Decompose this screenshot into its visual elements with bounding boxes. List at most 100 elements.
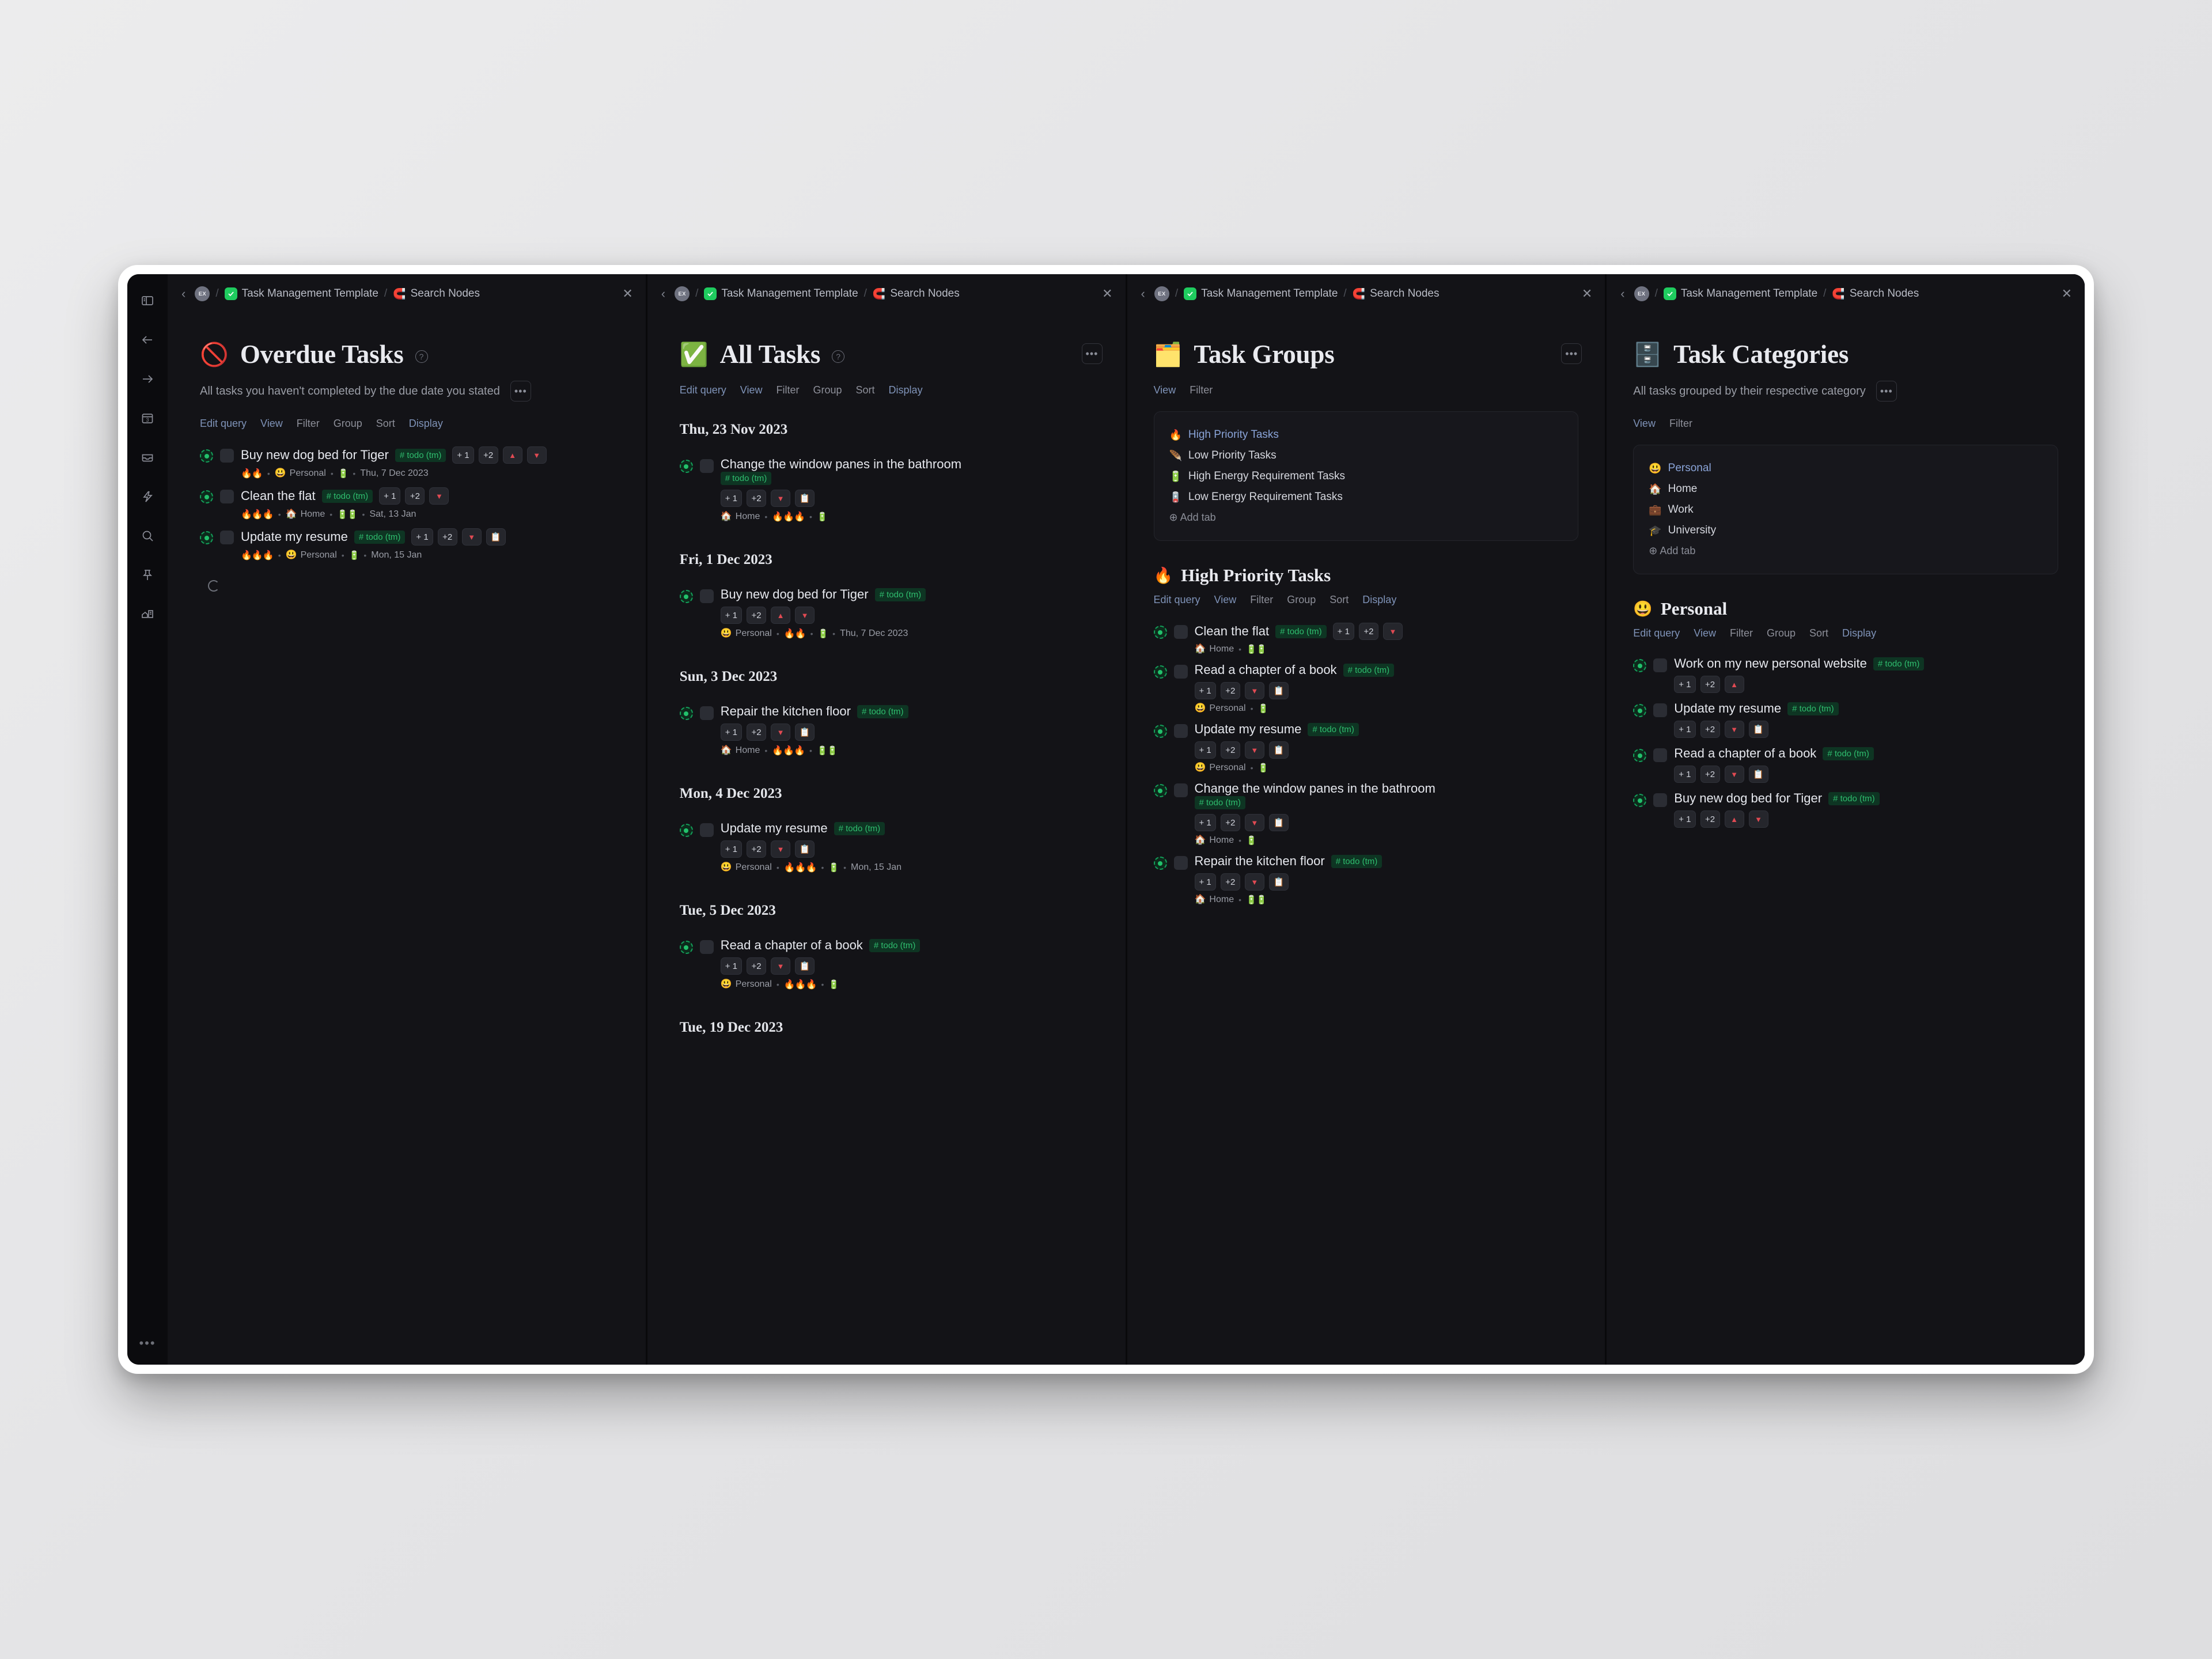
task-checkbox[interactable]: [699, 706, 714, 721]
option-view[interactable]: View: [740, 384, 763, 396]
breadcrumb-item-search-nodes[interactable]: 🧲 Search Nodes: [873, 287, 960, 300]
chip-note[interactable]: 📋: [795, 957, 815, 975]
chip-priority-down[interactable]: ▼: [771, 957, 791, 975]
breadcrumb-item-search-nodes[interactable]: 🧲 Search Nodes: [1353, 287, 1440, 300]
task-row[interactable]: Clean the flat # todo (tm) + 1 +2 ▼ 🏠 Home • 🔋🔋: [1153, 619, 1579, 658]
chip-note[interactable]: 📋: [795, 724, 815, 741]
task-checkbox[interactable]: [1173, 856, 1188, 870]
task-tag[interactable]: # todo (tm): [834, 821, 885, 835]
tab-item-work[interactable]: 💼 Work: [1649, 499, 2043, 520]
option-filter[interactable]: Filter: [1250, 594, 1273, 606]
breadcrumb-item-template[interactable]: Task Management Template: [224, 287, 378, 300]
task-row[interactable]: Update my resume # todo (tm) + 1 +2 ▼ 📋 🔥🔥🔥 • 😃 P…: [200, 524, 619, 565]
task-tag[interactable]: # todo (tm): [1194, 796, 1246, 810]
option-view[interactable]: View: [1214, 594, 1237, 606]
chip-priority-down[interactable]: ▼: [1382, 623, 1403, 641]
option-edit-query[interactable]: Edit query: [680, 384, 726, 396]
chip-priority-down[interactable]: ▼: [1748, 810, 1768, 828]
chip-priority-down[interactable]: ▼: [429, 487, 449, 505]
task-row[interactable]: Repair the kitchen floor # todo (tm) + 1 +2…: [1153, 850, 1579, 909]
chip-+2[interactable]: +2: [1220, 873, 1240, 891]
task-tag[interactable]: # todo (tm): [395, 448, 446, 462]
option-filter[interactable]: Filter: [1190, 384, 1213, 396]
chip-priority-down[interactable]: ▼: [1244, 741, 1264, 759]
more-options-button[interactable]: •••: [1561, 343, 1582, 364]
task-bullet-icon[interactable]: [1633, 704, 1647, 718]
avatar[interactable]: EX: [195, 286, 210, 301]
chip-priority-down[interactable]: ▼: [1724, 766, 1744, 783]
option-filter[interactable]: Filter: [297, 418, 320, 430]
task-checkbox[interactable]: [699, 823, 714, 838]
task-row[interactable]: Repair the kitchen floor # todo (tm) + 1 +2…: [679, 700, 1099, 760]
option-edit-query[interactable]: Edit query: [1154, 594, 1200, 606]
chip-note[interactable]: 📋: [795, 840, 815, 858]
chip-+2[interactable]: +2: [405, 487, 425, 505]
breadcrumb-item-template[interactable]: Task Management Template: [1184, 287, 1338, 300]
help-icon[interactable]: ?: [415, 350, 428, 363]
chip-+2[interactable]: +2: [478, 446, 498, 464]
option-group[interactable]: Group: [334, 418, 362, 430]
chip-+1[interactable]: + 1: [720, 490, 743, 507]
graph-icon[interactable]: [135, 601, 160, 627]
pin-icon[interactable]: [135, 562, 160, 588]
chip-+2[interactable]: +2: [747, 490, 767, 507]
task-checkbox[interactable]: [1173, 783, 1188, 798]
task-row[interactable]: Update my resume # todo (tm) + 1 +2 ▼ 📋 😃 Perso…: [1153, 718, 1579, 777]
chip-+1[interactable]: + 1: [720, 724, 743, 741]
close-icon[interactable]: ✕: [1576, 287, 1592, 300]
chip-+1[interactable]: + 1: [1194, 682, 1216, 700]
option-view[interactable]: View: [1633, 418, 1656, 430]
tab-item-low-energy-requirement-tasks[interactable]: 🪫 Low Energy Requirement Tasks: [1169, 487, 1563, 507]
task-checkbox[interactable]: [1173, 665, 1188, 679]
task-row[interactable]: Update my resume # todo (tm) + 1 +2 ▼ 📋 😃 Perso…: [679, 817, 1099, 877]
breadcrumb-back-button[interactable]: ‹: [1617, 287, 1628, 300]
inbox-icon[interactable]: [135, 445, 160, 470]
chip-note[interactable]: 📋: [1748, 766, 1768, 783]
chip-+2[interactable]: +2: [747, 840, 767, 858]
close-icon[interactable]: ✕: [2056, 287, 2072, 300]
calendar-icon[interactable]: 3: [135, 406, 160, 431]
option-filter[interactable]: Filter: [777, 384, 800, 396]
option-filter[interactable]: Filter: [1730, 627, 1753, 639]
more-options-button[interactable]: •••: [510, 381, 531, 402]
option-sort[interactable]: Sort: [376, 418, 395, 430]
task-bullet-icon[interactable]: [1633, 749, 1647, 763]
task-checkbox[interactable]: [699, 940, 714, 955]
chip-note[interactable]: 📋: [1268, 741, 1289, 759]
avatar[interactable]: EX: [1154, 286, 1169, 301]
sidebar-toggle-icon[interactable]: [135, 288, 160, 313]
option-filter[interactable]: Filter: [1669, 418, 1692, 430]
rail-more-button[interactable]: •••: [127, 1337, 168, 1350]
task-row[interactable]: Update my resume # todo (tm) + 1 +2 ▼ 📋: [1633, 697, 2058, 742]
option-display[interactable]: Display: [1362, 594, 1396, 606]
more-options-button[interactable]: •••: [1081, 343, 1103, 364]
chip-+1[interactable]: + 1: [1674, 766, 1696, 783]
chip-note[interactable]: 📋: [486, 528, 506, 546]
option-group[interactable]: Group: [1767, 627, 1796, 639]
chip-+2[interactable]: +2: [437, 528, 457, 546]
chip-+1[interactable]: + 1: [452, 446, 474, 464]
task-row[interactable]: Clean the flat # todo (tm) + 1 +2 ▼ 🔥🔥🔥 • 🏠 Home…: [200, 483, 619, 524]
task-bullet-icon[interactable]: [1153, 857, 1167, 870]
tab-item-high-energy-requirement-tasks[interactable]: 🔋 High Energy Requirement Tasks: [1169, 466, 1563, 487]
task-tag[interactable]: # todo (tm): [857, 704, 908, 718]
chip-+1[interactable]: + 1: [1674, 810, 1696, 828]
chip-priority-down[interactable]: ▼: [795, 607, 815, 624]
chip-+2[interactable]: +2: [1700, 676, 1720, 694]
option-group[interactable]: Group: [813, 384, 842, 396]
tab-item-low-priority-tasks[interactable]: 🪶 Low Priority Tasks: [1169, 445, 1563, 466]
task-bullet-icon[interactable]: [1633, 659, 1647, 673]
task-tag[interactable]: # todo (tm): [354, 530, 406, 544]
task-bullet-icon[interactable]: [679, 941, 693, 955]
chip-priority-up[interactable]: ▲: [771, 607, 791, 624]
tab-item-university[interactable]: 🎓 University: [1649, 520, 2043, 541]
task-bullet-icon[interactable]: [200, 531, 213, 545]
chip-+2[interactable]: +2: [1220, 741, 1240, 759]
task-bullet-icon[interactable]: [1153, 626, 1167, 639]
back-arrow-icon[interactable]: [135, 327, 160, 353]
chip-+1[interactable]: + 1: [1194, 741, 1216, 759]
chip-priority-up[interactable]: ▲: [502, 446, 522, 464]
task-bullet-icon[interactable]: [1153, 665, 1167, 679]
task-row[interactable]: Buy new dog bed for Tiger # todo (tm) + 1 +…: [679, 583, 1099, 643]
task-bullet-icon[interactable]: [200, 490, 213, 504]
